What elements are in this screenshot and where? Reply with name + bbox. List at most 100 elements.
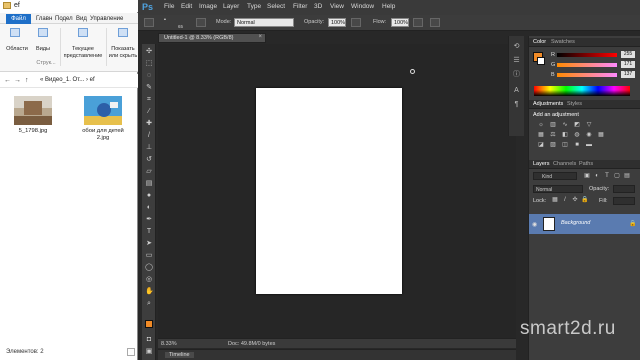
current-view-icon[interactable]: [78, 28, 88, 37]
green-slider[interactable]: [557, 63, 617, 67]
move-tool-icon[interactable]: ✣: [145, 48, 153, 56]
zoom-level[interactable]: 8.33%: [161, 341, 177, 347]
tab-view[interactable]: Вид: [74, 14, 89, 24]
quick-select-tool-icon[interactable]: ✎: [145, 84, 153, 92]
filter-smart-object-icon[interactable]: ▤: [623, 173, 631, 180]
layer-filter-select[interactable]: Kind: [533, 172, 577, 180]
gradient-map-icon[interactable]: ▬: [585, 142, 593, 149]
crop-tool-icon[interactable]: ⌗: [145, 96, 153, 104]
mode-select[interactable]: Normal: [234, 18, 294, 27]
breadcrumb[interactable]: « Видео_1. От... › ef: [40, 77, 95, 83]
invert-icon[interactable]: ◪: [537, 142, 545, 149]
color-balance-icon[interactable]: ⚖: [549, 132, 557, 139]
tab-styles[interactable]: Styles: [567, 101, 582, 107]
layer-row[interactable]: ◉ Background 🔒: [529, 214, 640, 234]
tab-paths[interactable]: Paths: [579, 161, 593, 167]
black-white-icon[interactable]: ◧: [561, 132, 569, 139]
3d-camera-tool-icon[interactable]: ◎: [145, 276, 153, 284]
navigation-pane-icon[interactable]: [10, 28, 20, 37]
menu-file[interactable]: File: [164, 3, 174, 10]
hue-saturation-icon[interactable]: ▦: [537, 132, 545, 139]
tab-file[interactable]: Файл: [6, 14, 31, 24]
layout-icon[interactable]: [38, 28, 48, 37]
brush-panel-icon[interactable]: [196, 18, 206, 27]
type-tool-icon[interactable]: T: [145, 228, 153, 236]
menu-window[interactable]: Window: [351, 3, 374, 10]
filter-pixel-icon[interactable]: ▣: [583, 173, 591, 180]
lock-transparent-icon[interactable]: ▦: [551, 197, 559, 204]
tab-color[interactable]: Color: [533, 39, 546, 45]
forward-arrow-icon[interactable]: →: [14, 77, 21, 84]
properties-icon[interactable]: ☰: [512, 56, 521, 65]
ribbon-layout-label[interactable]: Виды: [33, 46, 53, 53]
color-panel-background-swatch[interactable]: [537, 57, 545, 65]
brush-preset-dot-icon[interactable]: •: [164, 17, 166, 23]
quick-mask-icon[interactable]: ◘: [145, 336, 153, 344]
ribbon-current-view-label[interactable]: Текущее представление: [61, 46, 105, 60]
exposure-icon[interactable]: ◩: [573, 122, 581, 129]
ribbon-show-hide-label[interactable]: Показать или скрыть: [108, 46, 138, 60]
filter-shape-icon[interactable]: ▢: [613, 173, 621, 180]
screen-mode-icon[interactable]: ▣: [145, 348, 153, 356]
zoom-tool-icon[interactable]: ⌕: [145, 300, 153, 308]
green-value[interactable]: 171: [621, 61, 635, 68]
pressure-opacity-icon[interactable]: [351, 18, 361, 27]
path-select-tool-icon[interactable]: ➤: [145, 240, 153, 248]
foreground-color-swatch[interactable]: [145, 320, 153, 328]
document-tab[interactable]: Untitled-1 @ 8.33% (RGB/8) ×: [158, 33, 266, 43]
canvas-workspace[interactable]: [158, 44, 516, 338]
menu-layer[interactable]: Layer: [223, 3, 239, 10]
opacity-input[interactable]: 100%: [328, 18, 346, 27]
tab-channels[interactable]: Channels: [553, 161, 576, 167]
history-icon[interactable]: ⟲: [512, 42, 521, 51]
file-thumbnail-photo[interactable]: [14, 96, 52, 125]
filter-adjustment-icon[interactable]: ◐: [593, 173, 601, 180]
visibility-eye-icon[interactable]: ◉: [532, 221, 537, 228]
menu-edit[interactable]: Edit: [181, 3, 192, 10]
menu-filter[interactable]: Filter: [293, 3, 307, 10]
posterize-icon[interactable]: ▨: [549, 142, 557, 149]
tab-share[interactable]: Подел: [53, 14, 75, 24]
dodge-tool-icon[interactable]: ◐: [145, 204, 153, 212]
menu-3d[interactable]: 3D: [314, 3, 322, 10]
vibrance-icon[interactable]: ▽: [585, 122, 593, 129]
view-toggle-icon[interactable]: [127, 348, 135, 356]
photo-filter-icon[interactable]: ◍: [573, 132, 581, 139]
blue-slider[interactable]: [557, 73, 617, 77]
channel-mixer-icon[interactable]: ◉: [585, 132, 593, 139]
clone-stamp-tool-icon[interactable]: ⊥: [145, 144, 153, 152]
flow-input[interactable]: 100%: [391, 18, 409, 27]
3d-rotate-tool-icon[interactable]: ◯: [145, 264, 153, 272]
paragraph-icon[interactable]: ¶: [512, 100, 521, 109]
info-icon[interactable]: ⓘ: [512, 70, 521, 79]
menu-help[interactable]: Help: [382, 3, 395, 10]
airbrush-icon[interactable]: [413, 18, 423, 27]
tab-layers[interactable]: Layers: [533, 161, 550, 167]
tab-timeline[interactable]: Timeline: [165, 352, 194, 358]
tab-swatches[interactable]: Swatches: [551, 39, 575, 45]
back-arrow-icon[interactable]: ←: [4, 77, 11, 84]
ribbon-panes-label[interactable]: Области: [3, 46, 31, 53]
filter-type-icon[interactable]: T: [603, 173, 611, 180]
menu-type[interactable]: Type: [247, 3, 261, 10]
red-slider[interactable]: [557, 53, 617, 57]
brush-size[interactable]: 65: [178, 24, 183, 29]
show-hide-icon[interactable]: [118, 28, 128, 37]
red-value[interactable]: 255: [621, 51, 635, 58]
lasso-tool-icon[interactable]: ◌: [145, 72, 153, 80]
threshold-icon[interactable]: ◫: [561, 142, 569, 149]
brush-tool-icon[interactable]: /: [145, 132, 153, 140]
fill-input[interactable]: [613, 197, 635, 205]
menu-view[interactable]: View: [330, 3, 344, 10]
blue-value[interactable]: 137: [621, 71, 635, 78]
brush-tool-icon[interactable]: [144, 18, 154, 27]
gradient-tool-icon[interactable]: ▤: [145, 180, 153, 188]
levels-icon[interactable]: ▥: [549, 122, 557, 129]
blend-mode-select[interactable]: Normal: [533, 185, 583, 193]
brightness-contrast-icon[interactable]: ☼: [537, 122, 545, 129]
pen-tool-icon[interactable]: ✒: [145, 216, 153, 224]
selective-color-icon[interactable]: ■: [573, 142, 581, 149]
character-icon[interactable]: A: [512, 86, 521, 95]
lock-all-icon[interactable]: 🔒: [581, 197, 589, 204]
tab-adjustments[interactable]: Adjustments: [533, 101, 563, 107]
